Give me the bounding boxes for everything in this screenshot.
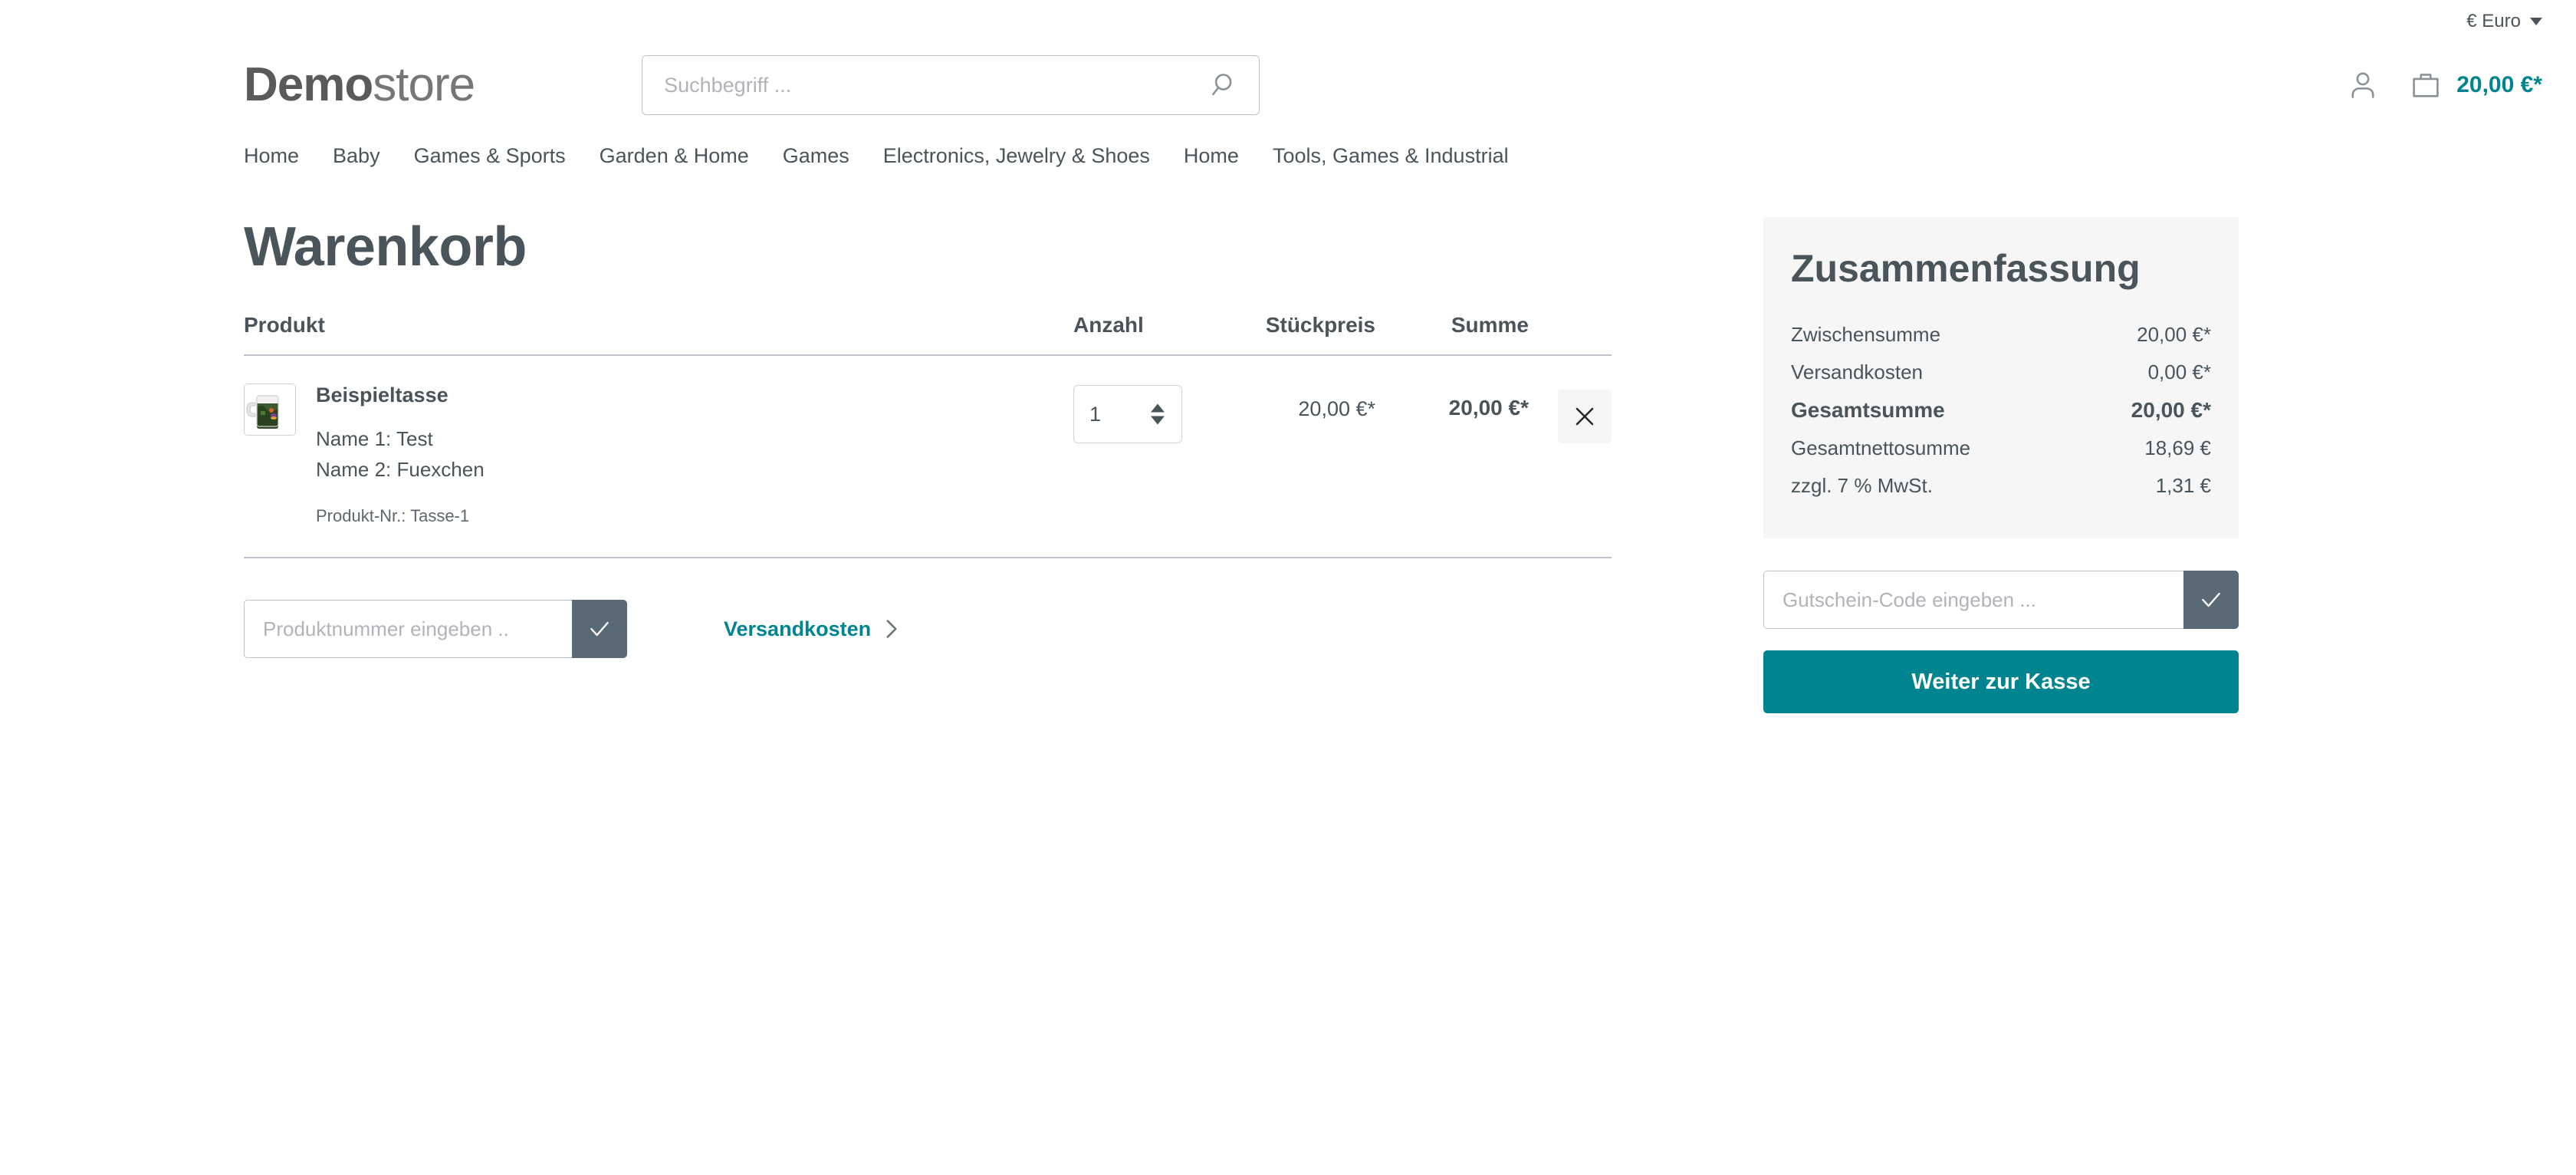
cart-button[interactable]: 20,00 €*: [2409, 68, 2542, 102]
summary-row-label: Gesamtsumme: [1791, 398, 1945, 422]
quantity-cell: 1: [1046, 382, 1222, 444]
cart-column: Warenkorb Produkt Anzahl Stückpreis Summ…: [244, 196, 1612, 659]
top-bar: € Euro: [0, 0, 2576, 43]
column-header-quantity: Anzahl: [1073, 313, 1144, 337]
shipping-costs-label: Versandkosten: [724, 617, 872, 640]
unit-price-cell: 20,00 €*: [1298, 397, 1375, 421]
summary-card: Zusammenfassung Zwischensumme 20,00 €* Ver…: [1763, 217, 2239, 538]
column-header-product: Produkt: [244, 313, 325, 337]
summary-row-value: 0,00 €*: [2147, 360, 2211, 383]
summary-row: zzgl. 7 % MwSt. 1,31 €: [1791, 467, 2211, 505]
summary-row-label: Gesamtnettosumme: [1791, 436, 1971, 459]
summary-row: Versandkosten 0,00 €*: [1791, 354, 2211, 391]
product-cell: Beispieltasse Name 1: Test Name 2: Fuexc…: [244, 382, 1046, 526]
nav-item-5[interactable]: Electronics, Jewelry & Shoes: [866, 137, 1167, 176]
page-content: Warenkorb Produkt Anzahl Stückpreis Summ…: [0, 196, 2576, 713]
search-container: [642, 55, 1260, 115]
summary-row-label: Zwischensumme: [1791, 323, 1941, 346]
remove-cell: [1529, 382, 1612, 444]
quantity-value: 1: [1089, 402, 1102, 426]
product-number-input[interactable]: [244, 600, 572, 659]
header-actions: 20,00 €*: [2346, 68, 2542, 102]
quantity-stepper[interactable]: 1: [1073, 385, 1182, 444]
nav-item-7[interactable]: Tools, Games & Industrial: [1256, 137, 1526, 176]
user-icon: [2351, 72, 2374, 98]
nav-item-2[interactable]: Games & Sports: [397, 137, 583, 176]
summary-row-value: 18,69 €: [2144, 436, 2211, 459]
summary-row-label: zzgl. 7 % MwSt.: [1791, 474, 1933, 497]
logo-bold-text: Demo: [244, 58, 373, 111]
voucher-form: [1763, 571, 2239, 629]
search-icon: [1212, 74, 1232, 96]
page-title: Warenkorb: [244, 216, 527, 278]
summary-row-label: Versandkosten: [1791, 360, 1924, 383]
checkout-button[interactable]: Weiter zur Kasse: [1763, 650, 2239, 713]
summary-row: Zwischensumme 20,00 €*: [1791, 316, 2211, 354]
product-option-2: Name 2: Fuexchen: [316, 457, 485, 481]
cart-total-amount: 20,00 €*: [2456, 72, 2542, 97]
voucher-code-input[interactable]: [1763, 571, 2183, 629]
summary-row-value: 20,00 €*: [2131, 398, 2211, 422]
line-total-cell: 20,00 €*: [1448, 396, 1529, 420]
shipping-costs-link[interactable]: Versandkosten: [724, 617, 900, 641]
add-product-number-form: [244, 600, 627, 659]
cart-table-header: Produkt Anzahl Stückpreis Summe: [244, 313, 1612, 357]
chevron-down-icon: [1151, 416, 1165, 425]
close-icon: [1576, 407, 1594, 426]
cart-actions: Versandkosten: [244, 600, 1612, 659]
nav-item-0[interactable]: Home: [244, 137, 316, 176]
summary-row: Gesamtsumme 20,00 €*: [1791, 391, 2211, 430]
mug-thumbnail[interactable]: [244, 383, 296, 436]
logo-light-text: store: [373, 58, 475, 111]
nav-item-3[interactable]: Garden & Home: [583, 137, 766, 176]
shopping-bag-icon: [2413, 74, 2439, 97]
search-button[interactable]: [1198, 55, 1252, 115]
product-info: Beispieltasse Name 1: Test Name 2: Fuexc…: [316, 382, 485, 526]
summary-title: Zusammenfassung: [1791, 247, 2141, 290]
summary-row: Gesamtnettosumme 18,69 €: [1791, 430, 2211, 467]
product-name-link[interactable]: Beispieltasse: [316, 383, 485, 407]
chevron-right-icon: [886, 620, 897, 638]
product-option-1: Name 1: Test: [316, 427, 433, 451]
main-navigation: Home Baby Games & Sports Garden & Home Games…: [0, 127, 2576, 196]
remove-item-button[interactable]: [1558, 390, 1612, 444]
check-icon: [590, 622, 609, 637]
product-number: Produkt-Nr.: Tasse-1: [316, 506, 470, 526]
mug-image: [245, 384, 295, 436]
table-row: Beispieltasse Name 1: Test Name 2: Fuexc…: [244, 356, 1612, 559]
voucher-submit-button[interactable]: [2183, 571, 2239, 629]
chevron-up-icon: [1151, 403, 1165, 413]
account-button[interactable]: [2346, 68, 2380, 102]
currency-switcher[interactable]: € Euro: [2466, 11, 2542, 32]
search-input[interactable]: [642, 55, 1260, 115]
check-icon: [2202, 592, 2220, 607]
summary-rows: Zwischensumme 20,00 €* Versandkosten 0,00 €…: [1791, 316, 2211, 505]
spinner-arrows: [1151, 403, 1165, 425]
summary-column: Zusammenfassung Zwischensumme 20,00 €* Ver…: [1763, 196, 2239, 713]
site-header: Demostore 20,00 €*: [0, 43, 2576, 127]
chevron-down-icon: [2530, 18, 2542, 25]
summary-row-value: 20,00 €*: [2137, 323, 2211, 346]
summary-row-value: 1,31 €: [2155, 474, 2211, 497]
currency-label: € Euro: [2466, 11, 2521, 31]
column-header-unit-price: Stückpreis: [1265, 313, 1375, 337]
product-number-submit-button[interactable]: [572, 600, 627, 659]
column-header-total: Summe: [1451, 313, 1529, 337]
nav-item-4[interactable]: Games: [766, 137, 866, 176]
nav-item-1[interactable]: Baby: [316, 137, 397, 176]
nav-item-6[interactable]: Home: [1167, 137, 1256, 176]
site-logo[interactable]: Demostore: [244, 61, 475, 109]
